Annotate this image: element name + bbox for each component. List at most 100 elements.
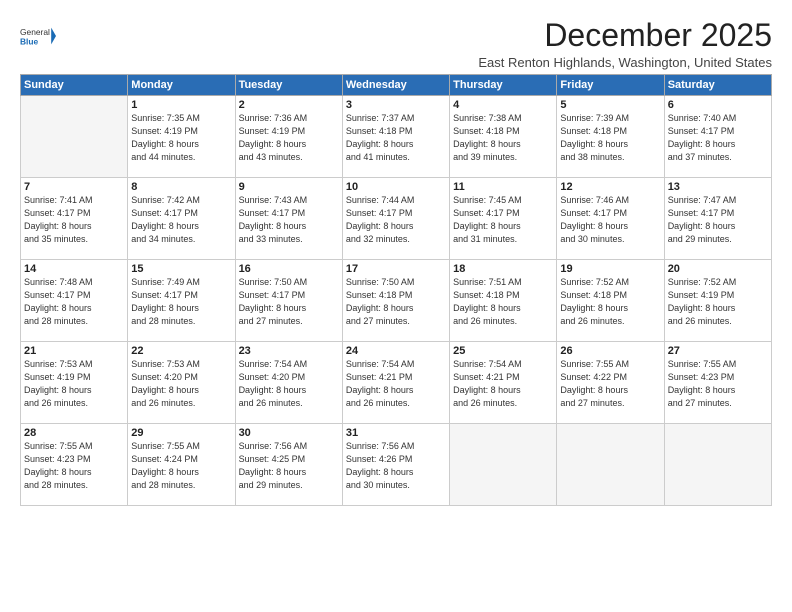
day-info: Sunrise: 7:54 AM Sunset: 4:21 PM Dayligh… <box>346 358 446 410</box>
day-number: 28 <box>24 427 124 439</box>
calendar-cell: 3Sunrise: 7:37 AM Sunset: 4:18 PM Daylig… <box>342 96 449 178</box>
calendar-cell: 27Sunrise: 7:55 AM Sunset: 4:23 PM Dayli… <box>664 342 771 424</box>
day-info: Sunrise: 7:42 AM Sunset: 4:17 PM Dayligh… <box>131 194 231 246</box>
day-number: 2 <box>239 99 339 111</box>
calendar-cell: 16Sunrise: 7:50 AM Sunset: 4:17 PM Dayli… <box>235 260 342 342</box>
day-number: 13 <box>668 181 768 193</box>
day-number: 15 <box>131 263 231 275</box>
day-info: Sunrise: 7:46 AM Sunset: 4:17 PM Dayligh… <box>560 194 660 246</box>
day-info: Sunrise: 7:35 AM Sunset: 4:19 PM Dayligh… <box>131 112 231 164</box>
col-header-friday: Friday <box>557 75 664 96</box>
calendar-cell: 12Sunrise: 7:46 AM Sunset: 4:17 PM Dayli… <box>557 178 664 260</box>
day-number: 3 <box>346 99 446 111</box>
week-row-0: 1Sunrise: 7:35 AM Sunset: 4:19 PM Daylig… <box>21 96 772 178</box>
calendar-cell: 25Sunrise: 7:54 AM Sunset: 4:21 PM Dayli… <box>450 342 557 424</box>
title-block: December 2025 East Renton Highlands, Was… <box>478 18 772 70</box>
day-number: 12 <box>560 181 660 193</box>
day-number: 8 <box>131 181 231 193</box>
calendar-cell: 14Sunrise: 7:48 AM Sunset: 4:17 PM Dayli… <box>21 260 128 342</box>
day-number: 10 <box>346 181 446 193</box>
day-info: Sunrise: 7:54 AM Sunset: 4:21 PM Dayligh… <box>453 358 553 410</box>
day-info: Sunrise: 7:55 AM Sunset: 4:23 PM Dayligh… <box>668 358 768 410</box>
day-number: 29 <box>131 427 231 439</box>
col-header-thursday: Thursday <box>450 75 557 96</box>
calendar-cell <box>450 424 557 506</box>
day-number: 7 <box>24 181 124 193</box>
day-number: 23 <box>239 345 339 357</box>
day-info: Sunrise: 7:40 AM Sunset: 4:17 PM Dayligh… <box>668 112 768 164</box>
month-title: December 2025 <box>478 18 772 53</box>
week-row-2: 14Sunrise: 7:48 AM Sunset: 4:17 PM Dayli… <box>21 260 772 342</box>
day-info: Sunrise: 7:43 AM Sunset: 4:17 PM Dayligh… <box>239 194 339 246</box>
day-info: Sunrise: 7:52 AM Sunset: 4:19 PM Dayligh… <box>668 276 768 328</box>
calendar-cell: 1Sunrise: 7:35 AM Sunset: 4:19 PM Daylig… <box>128 96 235 178</box>
day-info: Sunrise: 7:51 AM Sunset: 4:18 PM Dayligh… <box>453 276 553 328</box>
day-number: 20 <box>668 263 768 275</box>
calendar-cell: 22Sunrise: 7:53 AM Sunset: 4:20 PM Dayli… <box>128 342 235 424</box>
day-number: 5 <box>560 99 660 111</box>
day-number: 18 <box>453 263 553 275</box>
logo: General Blue <box>20 18 56 54</box>
calendar-cell <box>557 424 664 506</box>
col-header-wednesday: Wednesday <box>342 75 449 96</box>
day-info: Sunrise: 7:55 AM Sunset: 4:24 PM Dayligh… <box>131 440 231 492</box>
calendar-cell: 21Sunrise: 7:53 AM Sunset: 4:19 PM Dayli… <box>21 342 128 424</box>
calendar-cell: 28Sunrise: 7:55 AM Sunset: 4:23 PM Dayli… <box>21 424 128 506</box>
calendar-table: SundayMondayTuesdayWednesdayThursdayFrid… <box>20 74 772 506</box>
calendar-cell <box>664 424 771 506</box>
day-number: 4 <box>453 99 553 111</box>
day-number: 6 <box>668 99 768 111</box>
day-number: 17 <box>346 263 446 275</box>
day-info: Sunrise: 7:37 AM Sunset: 4:18 PM Dayligh… <box>346 112 446 164</box>
week-row-3: 21Sunrise: 7:53 AM Sunset: 4:19 PM Dayli… <box>21 342 772 424</box>
col-header-monday: Monday <box>128 75 235 96</box>
calendar-cell: 9Sunrise: 7:43 AM Sunset: 4:17 PM Daylig… <box>235 178 342 260</box>
calendar-cell: 6Sunrise: 7:40 AM Sunset: 4:17 PM Daylig… <box>664 96 771 178</box>
day-info: Sunrise: 7:52 AM Sunset: 4:18 PM Dayligh… <box>560 276 660 328</box>
logo-svg: General Blue <box>20 18 56 54</box>
day-info: Sunrise: 7:47 AM Sunset: 4:17 PM Dayligh… <box>668 194 768 246</box>
calendar-cell: 8Sunrise: 7:42 AM Sunset: 4:17 PM Daylig… <box>128 178 235 260</box>
day-number: 11 <box>453 181 553 193</box>
svg-text:Blue: Blue <box>20 36 39 46</box>
day-number: 22 <box>131 345 231 357</box>
day-number: 31 <box>346 427 446 439</box>
day-info: Sunrise: 7:38 AM Sunset: 4:18 PM Dayligh… <box>453 112 553 164</box>
calendar-cell: 5Sunrise: 7:39 AM Sunset: 4:18 PM Daylig… <box>557 96 664 178</box>
calendar-cell: 23Sunrise: 7:54 AM Sunset: 4:20 PM Dayli… <box>235 342 342 424</box>
calendar-cell: 18Sunrise: 7:51 AM Sunset: 4:18 PM Dayli… <box>450 260 557 342</box>
day-number: 19 <box>560 263 660 275</box>
day-info: Sunrise: 7:48 AM Sunset: 4:17 PM Dayligh… <box>24 276 124 328</box>
calendar-cell: 15Sunrise: 7:49 AM Sunset: 4:17 PM Dayli… <box>128 260 235 342</box>
day-info: Sunrise: 7:36 AM Sunset: 4:19 PM Dayligh… <box>239 112 339 164</box>
day-info: Sunrise: 7:56 AM Sunset: 4:25 PM Dayligh… <box>239 440 339 492</box>
day-info: Sunrise: 7:54 AM Sunset: 4:20 PM Dayligh… <box>239 358 339 410</box>
day-number: 27 <box>668 345 768 357</box>
day-info: Sunrise: 7:49 AM Sunset: 4:17 PM Dayligh… <box>131 276 231 328</box>
calendar-cell: 29Sunrise: 7:55 AM Sunset: 4:24 PM Dayli… <box>128 424 235 506</box>
day-info: Sunrise: 7:55 AM Sunset: 4:23 PM Dayligh… <box>24 440 124 492</box>
day-info: Sunrise: 7:56 AM Sunset: 4:26 PM Dayligh… <box>346 440 446 492</box>
header-row: SundayMondayTuesdayWednesdayThursdayFrid… <box>21 75 772 96</box>
day-info: Sunrise: 7:50 AM Sunset: 4:18 PM Dayligh… <box>346 276 446 328</box>
week-row-4: 28Sunrise: 7:55 AM Sunset: 4:23 PM Dayli… <box>21 424 772 506</box>
day-number: 1 <box>131 99 231 111</box>
col-header-sunday: Sunday <box>21 75 128 96</box>
col-header-tuesday: Tuesday <box>235 75 342 96</box>
header: General Blue December 2025 East Renton H… <box>20 18 772 70</box>
calendar-cell: 11Sunrise: 7:45 AM Sunset: 4:17 PM Dayli… <box>450 178 557 260</box>
calendar-cell: 30Sunrise: 7:56 AM Sunset: 4:25 PM Dayli… <box>235 424 342 506</box>
calendar-cell: 4Sunrise: 7:38 AM Sunset: 4:18 PM Daylig… <box>450 96 557 178</box>
day-info: Sunrise: 7:39 AM Sunset: 4:18 PM Dayligh… <box>560 112 660 164</box>
day-number: 14 <box>24 263 124 275</box>
day-info: Sunrise: 7:41 AM Sunset: 4:17 PM Dayligh… <box>24 194 124 246</box>
day-info: Sunrise: 7:55 AM Sunset: 4:22 PM Dayligh… <box>560 358 660 410</box>
day-info: Sunrise: 7:45 AM Sunset: 4:17 PM Dayligh… <box>453 194 553 246</box>
calendar-cell: 17Sunrise: 7:50 AM Sunset: 4:18 PM Dayli… <box>342 260 449 342</box>
day-number: 21 <box>24 345 124 357</box>
calendar-cell <box>21 96 128 178</box>
svg-text:General: General <box>20 27 50 37</box>
col-header-saturday: Saturday <box>664 75 771 96</box>
day-number: 9 <box>239 181 339 193</box>
calendar-cell: 13Sunrise: 7:47 AM Sunset: 4:17 PM Dayli… <box>664 178 771 260</box>
